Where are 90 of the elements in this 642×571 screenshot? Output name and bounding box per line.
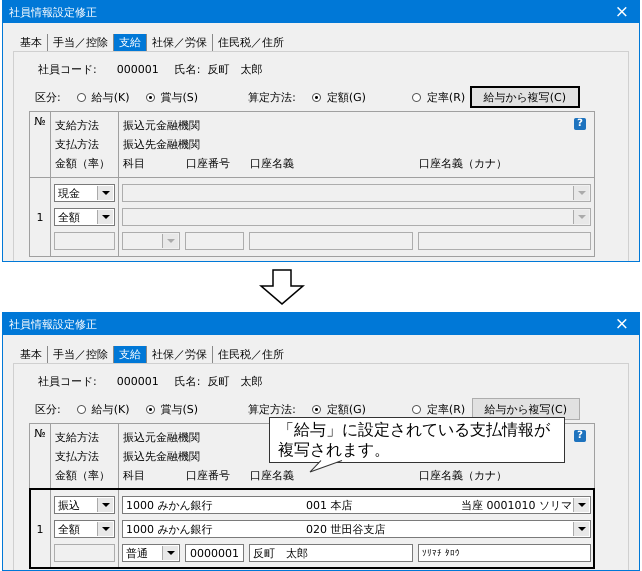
radio-button[interactable] [412,404,421,414]
caret-icon [573,498,589,512]
text-field[interactable] [418,232,591,250]
caret-icon [573,186,589,200]
tab[interactable]: 社保／労保 [146,346,212,363]
field-label: 氏名: [174,62,200,76]
field-label: 算定方法: [248,402,296,416]
caret-icon [97,522,113,536]
radio-label[interactable]: 賞与(S) [160,402,198,416]
column-header: 口座名義 [250,468,294,484]
tab[interactable]: 住民税／住所 [212,346,289,363]
tab[interactable]: 支給 [113,34,146,51]
close-button[interactable]: × [608,2,635,22]
field-label: 社員コード: [38,374,97,388]
copy-button[interactable]: 給与から複写(C) [470,86,580,108]
tab[interactable]: 基本 [15,346,47,363]
column-header: 科目 [123,468,145,484]
dropdown[interactable]: 全額 [54,520,115,538]
tab[interactable]: 社保／労保 [146,34,212,51]
tooltip-pointer [309,460,343,473]
dropdown[interactable]: 1000 みかん銀行 001 本店 当座 0001010 ソリマ [122,496,591,514]
column-header: 口座番号 [186,156,230,172]
column-header: 支払方法 [55,449,99,465]
field-label: 区分: [35,90,61,104]
employee-code: 000001 [116,62,159,76]
field-label: 算定方法: [248,90,296,104]
column-header: 口座名義（カナ） [419,156,507,172]
employee-name: 反町 太郎 [207,374,262,388]
radio-label[interactable]: 賞与(S) [160,90,198,104]
text-field[interactable] [185,232,244,250]
column-header: 振込先金融機関 [123,449,200,465]
column-header: 口座番号 [186,468,230,484]
employee-name: 反町 太郎 [207,62,262,76]
radio-button[interactable] [312,92,321,102]
column-header: 振込先金融機関 [123,137,200,153]
text-field[interactable] [249,232,413,250]
employee-code: 000001 [116,374,159,388]
radio-button[interactable] [146,92,155,102]
help-button[interactable]: ? [574,118,586,130]
radio-button[interactable] [412,92,421,102]
caret-icon [573,210,589,224]
column-header: 科目 [123,156,145,172]
text-field[interactable]: 反町 太郎 [249,544,413,562]
tab[interactable]: 支給 [113,346,146,363]
row-number: 1 [36,522,44,536]
column-header: 振込元金融機関 [123,118,200,134]
column-header: 口座名義 [250,156,294,172]
column-header: 支払方法 [55,137,99,153]
column-header: 金額（率） [55,156,110,172]
dropdown[interactable]: 普通 [122,544,180,562]
field-label: 区分: [35,402,61,416]
radio-label[interactable]: 給与(K) [92,90,130,104]
column-header: 支給方法 [55,430,99,446]
radio-label[interactable]: 定率(R) [426,90,466,104]
radio-label[interactable]: 定額(G) [326,90,366,104]
caret-icon [162,546,178,560]
column-header: 口座名義（カナ） [419,468,507,484]
caret-icon [162,234,178,248]
window-title: 社員情報設定修正 [9,4,97,20]
caret-icon [573,522,589,536]
tab[interactable]: 住民税／住所 [212,34,289,51]
caret-icon [97,498,113,512]
radio-label[interactable]: 定率(R) [426,402,466,416]
text-field[interactable]: ｿﾘﾏﾁ ﾀﾛｳ [418,544,591,562]
text-field[interactable]: 0000001 [185,544,244,562]
text-field[interactable] [54,544,115,562]
down-arrow-icon [259,269,305,305]
field-label: 氏名: [174,374,200,388]
dropdown[interactable]: 1000 みかん銀行 020 世田谷支店 [122,520,591,538]
radio-button[interactable] [312,404,321,414]
text-field[interactable] [54,232,115,250]
close-button[interactable]: × [608,314,635,334]
radio-button[interactable] [146,404,155,414]
tab[interactable]: 基本 [15,34,47,51]
column-header: 金額（率） [55,468,110,484]
dropdown[interactable]: 振込 [54,496,115,514]
caret-icon [97,210,113,224]
radio-label[interactable]: 定額(G) [326,402,366,416]
caret-icon [97,186,113,200]
radio-label[interactable]: 給与(K) [92,402,130,416]
column-header: 支給方法 [55,118,99,134]
radio-button[interactable] [76,92,86,102]
column-header: № [34,114,46,130]
help-button[interactable]: ? [574,430,586,442]
radio-button[interactable] [76,404,86,414]
row-number: 1 [36,210,44,224]
column-header: № [34,426,46,442]
window-title: 社員情報設定修正 [9,316,97,332]
field-label: 社員コード: [38,62,97,76]
column-header: 振込元金融機関 [123,430,200,446]
